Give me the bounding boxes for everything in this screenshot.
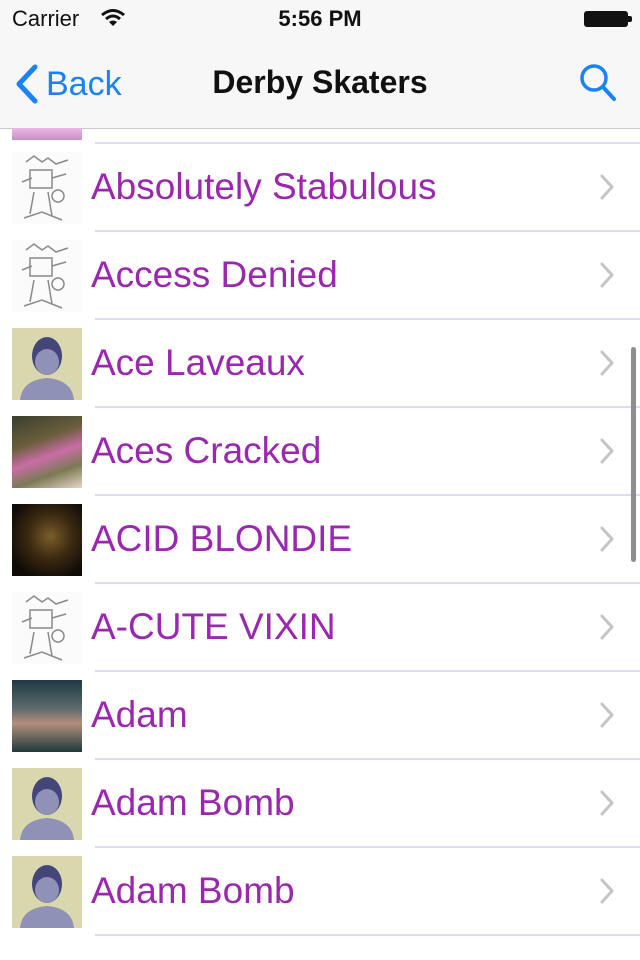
skater-thumbnail bbox=[12, 680, 82, 752]
chevron-right-icon bbox=[600, 790, 614, 816]
skater-name: Ace Laveaux bbox=[91, 342, 305, 383]
skater-thumbnail bbox=[12, 128, 82, 140]
scroll-indicator[interactable] bbox=[631, 347, 636, 562]
row-separator bbox=[95, 934, 640, 936]
clock: 5:56 PM bbox=[278, 6, 362, 31]
skater-name: Adam Bomb bbox=[91, 782, 295, 823]
list-item[interactable]: Aces Cracked bbox=[0, 408, 640, 496]
skater-thumbnail bbox=[12, 768, 82, 840]
list-item[interactable]: Adam Bomb bbox=[0, 760, 640, 848]
chevron-right-icon bbox=[600, 174, 614, 200]
status-bar: Carrier 5:56 PM bbox=[0, 0, 640, 40]
page-title: Derby Skaters bbox=[212, 64, 428, 100]
navigation-bar: Back Derby Skaters bbox=[0, 40, 640, 129]
skater-name: Aces Cracked bbox=[91, 430, 322, 471]
list-item[interactable]: Absolutely Stabulous bbox=[0, 144, 640, 232]
skater-thumbnail bbox=[12, 504, 82, 576]
chevron-right-icon bbox=[600, 350, 614, 376]
battery-icon bbox=[584, 11, 632, 27]
list-item[interactable]: Access Denied bbox=[0, 232, 640, 320]
chevron-right-icon bbox=[600, 878, 614, 904]
skater-list[interactable]: Absolutely Stabulous Access Denied Ace Lav… bbox=[0, 128, 640, 960]
list-item[interactable]: A-CUTE VIXIN bbox=[0, 584, 640, 672]
list-item[interactable]: ACID BLONDIE bbox=[0, 496, 640, 584]
chevron-right-icon bbox=[600, 614, 614, 640]
skater-name: Adam Bomb bbox=[91, 870, 295, 911]
search-icon[interactable] bbox=[578, 62, 618, 104]
skater-name: Adam bbox=[91, 694, 188, 735]
skater-name: Absolutely Stabulous bbox=[91, 166, 437, 207]
chevron-right-icon bbox=[600, 438, 614, 464]
list-item[interactable]: Adam bbox=[0, 672, 640, 760]
skater-thumbnail bbox=[12, 416, 82, 488]
skater-thumbnail bbox=[12, 152, 82, 224]
skater-thumbnail bbox=[12, 328, 82, 400]
chevron-right-icon bbox=[600, 262, 614, 288]
chevron-right-icon bbox=[600, 702, 614, 728]
skater-name: ACID BLONDIE bbox=[91, 518, 353, 559]
skater-name: Access Denied bbox=[91, 254, 338, 295]
skater-thumbnail bbox=[12, 856, 82, 928]
skater-thumbnail bbox=[12, 592, 82, 664]
list-item[interactable]: Adam Bomb bbox=[0, 848, 640, 936]
skater-thumbnail bbox=[12, 240, 82, 312]
skater-name: A-CUTE VIXIN bbox=[91, 606, 336, 647]
chevron-right-icon bbox=[600, 526, 614, 552]
list-item[interactable]: Ace Laveaux bbox=[0, 320, 640, 408]
list-item-partial[interactable] bbox=[0, 128, 640, 144]
